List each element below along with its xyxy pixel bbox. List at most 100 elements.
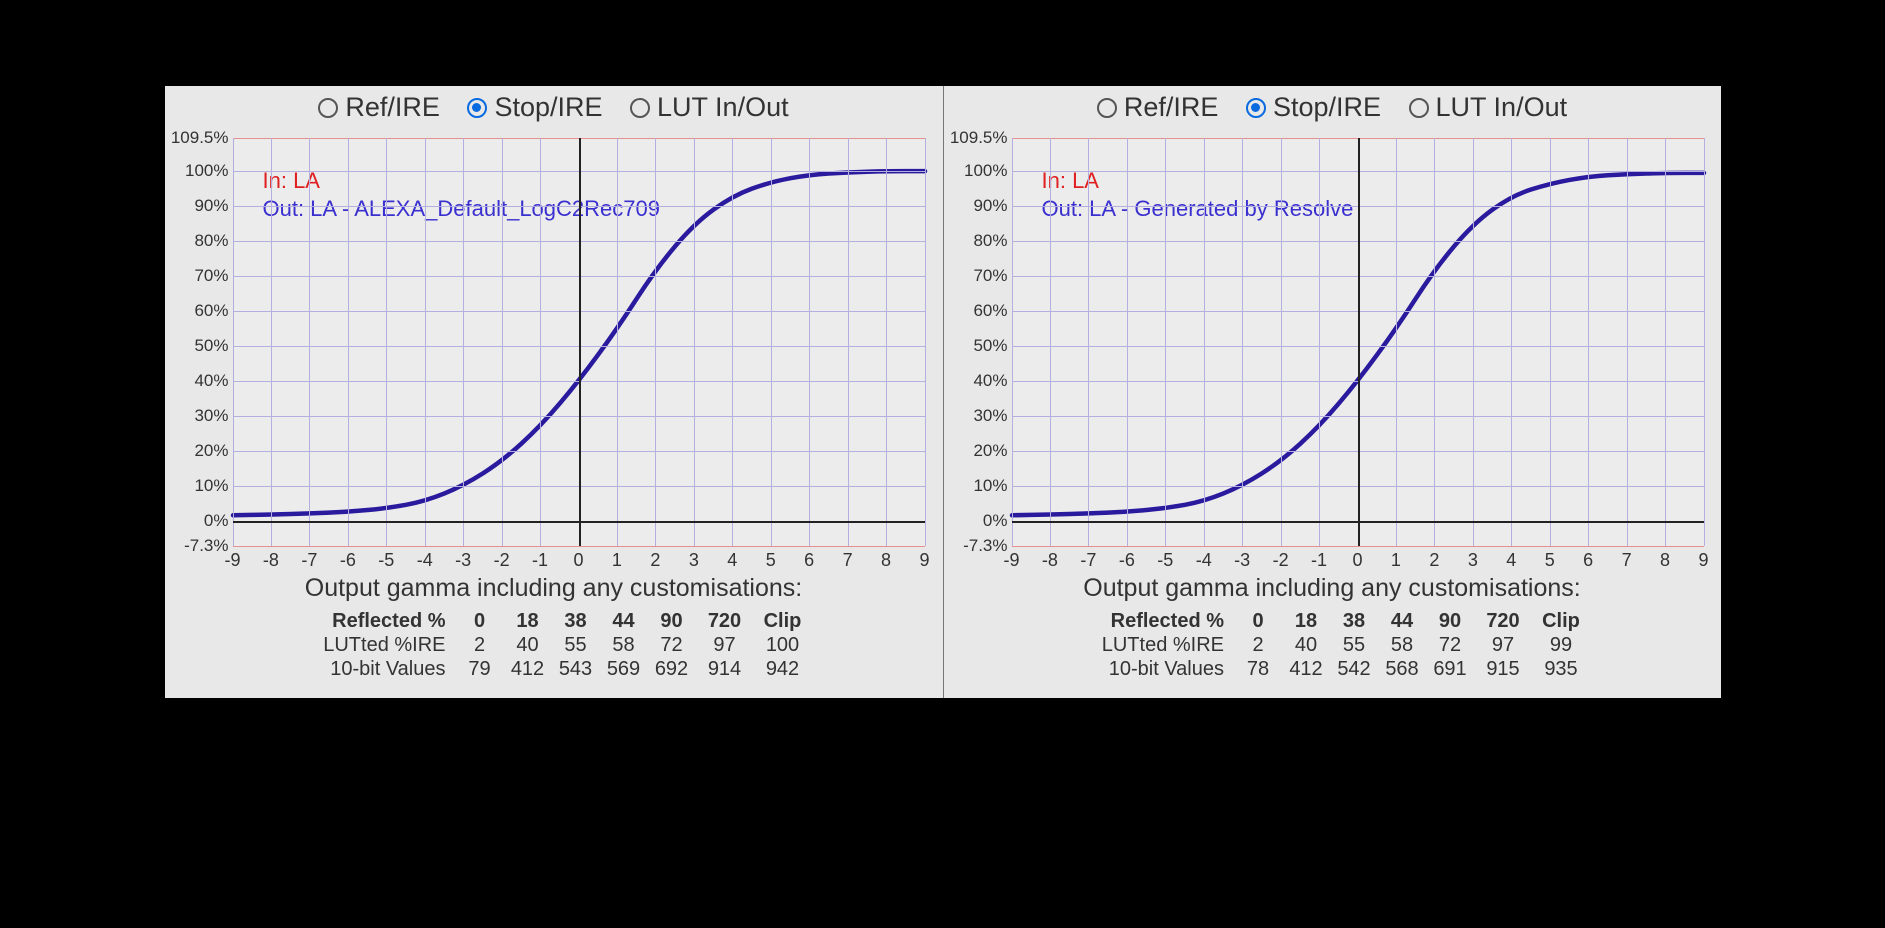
y-tick-label: 20% — [169, 441, 233, 461]
x-tick-label: -2 — [494, 546, 510, 571]
radio-lut-inout[interactable]: LUT In/Out — [630, 92, 789, 123]
y-tick-label: 109.5% — [169, 128, 233, 148]
table-header: 720 — [1474, 610, 1532, 633]
table-cell: 942 — [754, 658, 812, 681]
gridline-v — [1204, 138, 1205, 546]
gridline-v — [848, 138, 849, 546]
table-cell: 40 — [504, 634, 552, 657]
x-tick-label: -9 — [224, 546, 240, 571]
info-table: Reflected % 0 18 38 44 90 720 Clip LUTte… — [1074, 609, 1590, 682]
radio-icon — [318, 98, 338, 118]
table-cell: 72 — [648, 634, 696, 657]
radio-ref-ire[interactable]: Ref/IRE — [318, 92, 440, 123]
gridline-v — [771, 138, 772, 546]
gridline-v — [925, 138, 926, 546]
x-tick-label: -3 — [455, 546, 471, 571]
x-tick-label: -7 — [1080, 546, 1096, 571]
radio-label: Ref/IRE — [1124, 92, 1219, 123]
radio-label: Stop/IRE — [494, 92, 602, 123]
table-cell: 40 — [1282, 634, 1330, 657]
table-cell: 97 — [1474, 634, 1532, 657]
table-cell: 412 — [1282, 658, 1330, 681]
y-tick-label: 30% — [169, 406, 233, 426]
gridline-v — [1473, 138, 1474, 546]
gridline-v — [694, 138, 695, 546]
y-tick-label: 80% — [948, 231, 1012, 251]
gridline-v — [1665, 138, 1666, 546]
table-cell: 55 — [1330, 634, 1378, 657]
y-tick-label: 100% — [169, 161, 233, 181]
plot-area: In: LA Out: LA - ALEXA_Default_LogC2Rec7… — [233, 138, 926, 546]
table-header: 38 — [1330, 610, 1378, 633]
radio-label: LUT In/Out — [657, 92, 789, 123]
table-cell: 58 — [600, 634, 648, 657]
gridline-v — [732, 138, 733, 546]
table-header: 90 — [648, 610, 696, 633]
gridline-v — [425, 138, 426, 546]
table-header: Clip — [754, 610, 812, 633]
radio-label: Ref/IRE — [345, 92, 440, 123]
table-header: 90 — [1426, 610, 1474, 633]
x-tick-label: -6 — [340, 546, 356, 571]
plot-area: In: LA Out: LA - Generated by Resolve 0%… — [1012, 138, 1705, 546]
table-header: Clip — [1532, 610, 1590, 633]
y-tick-label: 90% — [948, 196, 1012, 216]
table-cell: 568 — [1378, 658, 1426, 681]
table-row-label: 10-bit Values — [1074, 658, 1234, 681]
y-tick-label: 60% — [948, 301, 1012, 321]
x-tick-label: -7 — [301, 546, 317, 571]
gridline-v — [271, 138, 272, 546]
table-row-label: 10-bit Values — [296, 658, 456, 681]
x-tick-label: 7 — [1622, 546, 1632, 571]
gridline-v — [1511, 138, 1512, 546]
gridline-v — [309, 138, 310, 546]
gridline-v — [617, 138, 618, 546]
y-tick-label: 40% — [169, 371, 233, 391]
radio-label: Stop/IRE — [1273, 92, 1381, 123]
table-cell: 100 — [754, 634, 812, 657]
y-tick-label: 90% — [169, 196, 233, 216]
table-row: 10-bit Values 79 412 543 569 692 914 942 — [296, 658, 812, 681]
radio-icon — [1246, 98, 1266, 118]
y-tick-label: 80% — [169, 231, 233, 251]
info-title: Output gamma including any customisation… — [165, 574, 943, 603]
y-tick-label: 40% — [948, 371, 1012, 391]
radio-lut-inout[interactable]: LUT In/Out — [1409, 92, 1568, 123]
table-header: 38 — [552, 610, 600, 633]
table-row: LUTted %IRE 2 40 55 58 72 97 100 — [296, 634, 812, 657]
table-row: LUTted %IRE 2 40 55 58 72 97 99 — [1074, 634, 1590, 657]
table-cell: 58 — [1378, 634, 1426, 657]
y-tick-label: 70% — [948, 266, 1012, 286]
table-cell: 543 — [552, 658, 600, 681]
gridline-v — [1434, 138, 1435, 546]
x-tick-label: -4 — [1196, 546, 1212, 571]
gridline-v — [1588, 138, 1589, 546]
y-tick-label: 20% — [948, 441, 1012, 461]
gridline-v — [1012, 138, 1013, 546]
table-cell: 99 — [1532, 634, 1590, 657]
x-tick-label: -3 — [1234, 546, 1250, 571]
gridline-v — [1396, 138, 1397, 546]
radio-stop-ire[interactable]: Stop/IRE — [1246, 92, 1381, 123]
radio-icon — [1097, 98, 1117, 118]
table-cell: 542 — [1330, 658, 1378, 681]
info-block: Output gamma including any customisation… — [165, 574, 943, 682]
table-row-label: LUTted %IRE — [1074, 634, 1234, 657]
y-tick-label: 100% — [948, 161, 1012, 181]
table-cell: 935 — [1532, 658, 1590, 681]
radio-stop-ire[interactable]: Stop/IRE — [467, 92, 602, 123]
info-title: Output gamma including any customisation… — [944, 574, 1721, 603]
x-tick-label: 9 — [1698, 546, 1708, 571]
x-tick-label: -5 — [378, 546, 394, 571]
x-tick-label: 6 — [804, 546, 814, 571]
x-tick-label: -5 — [1157, 546, 1173, 571]
table-header: Reflected % — [1074, 610, 1234, 633]
y-tick-label: 10% — [169, 476, 233, 496]
gridline-v — [502, 138, 503, 546]
x-tick-label: 1 — [612, 546, 622, 571]
y-tick-label: 109.5% — [948, 128, 1012, 148]
x-tick-label: 3 — [689, 546, 699, 571]
radio-ref-ire[interactable]: Ref/IRE — [1097, 92, 1219, 123]
gridline-v — [1319, 138, 1320, 546]
table-header-row: Reflected % 0 18 38 44 90 720 Clip — [1074, 610, 1590, 633]
